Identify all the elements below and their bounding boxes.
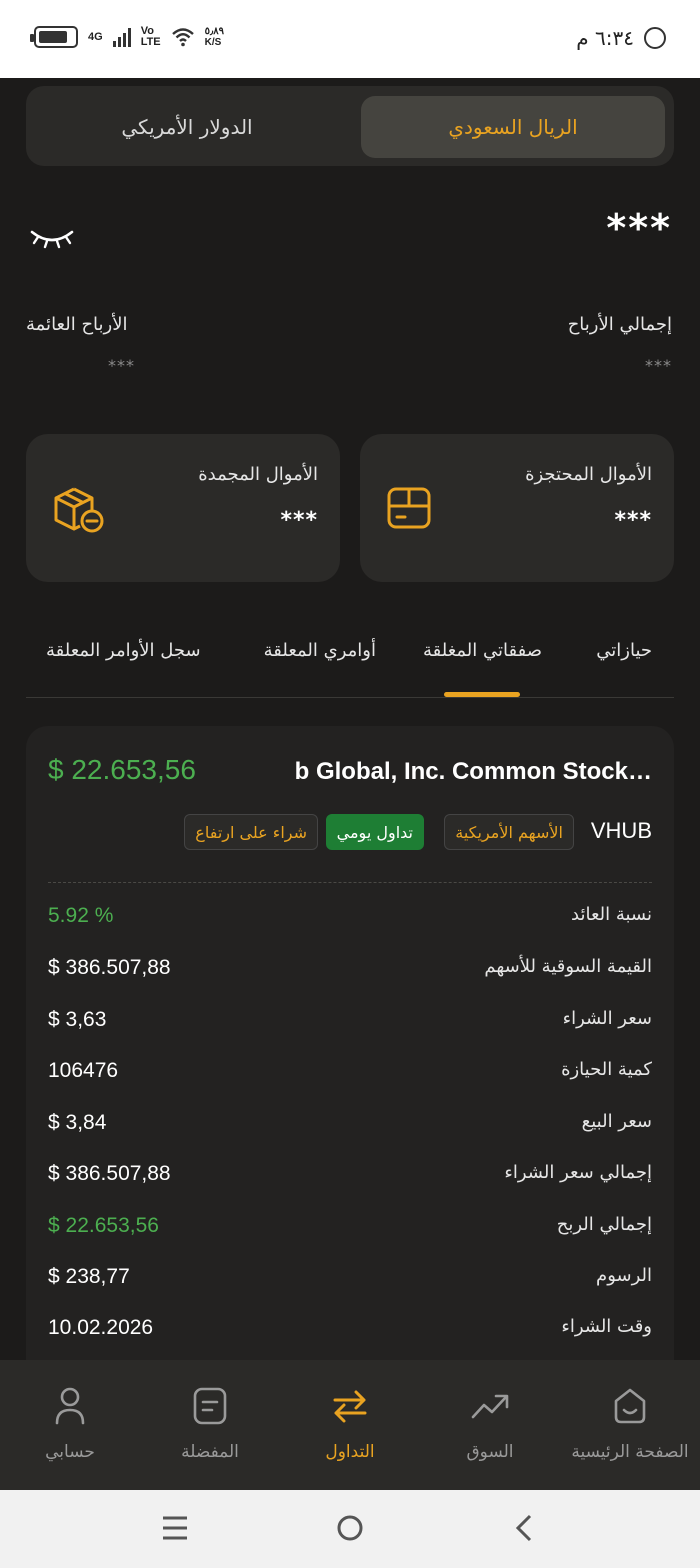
network-speed: ٥٫٨٩ K/S	[204, 26, 225, 48]
clock: ٦:٣٤ م	[576, 26, 634, 50]
total-profit-value: ***	[645, 356, 672, 375]
stock-name: b Global, Inc. Common Stock…	[294, 758, 652, 785]
detail-label: سعر الشراء	[562, 1008, 652, 1029]
detail-row: سعر البيع $ 3,84	[48, 1111, 652, 1141]
currency-toggle: الريال السعودي الدولار الأمريكي	[26, 86, 674, 166]
user-icon	[55, 1387, 85, 1425]
balance-value: ***	[606, 206, 672, 250]
detail-value: 106476	[48, 1059, 119, 1082]
frozen-funds-label: الأموال المجمدة	[198, 464, 318, 485]
currency-usd-button[interactable]: الدولار الأمريكي	[35, 96, 339, 158]
eye-closed-icon[interactable]	[30, 226, 74, 250]
detail-row: نسبة العائد 5.92 %	[48, 904, 652, 934]
trade-card[interactable]: b Global, Inc. Common Stock… $ 22.653,56…	[26, 726, 674, 1386]
detail-label: سعر البيع	[581, 1111, 652, 1132]
system-nav-bar	[0, 1490, 700, 1568]
detail-label: كمية الحيازة	[561, 1059, 652, 1080]
reserved-funds-value: ***	[614, 508, 652, 533]
detail-row: سعر الشراء $ 3,63	[48, 1008, 652, 1038]
detail-value: $ 3,84	[48, 1111, 107, 1134]
floating-profit-label: الأرباح العائمة	[26, 314, 128, 335]
detail-label: إجمالي الربح	[556, 1214, 652, 1235]
detail-value: $ 238,77	[48, 1265, 130, 1288]
battery-icon	[30, 26, 78, 48]
detail-value: $ 22.653,56	[48, 1214, 159, 1237]
volte-indicator: Vo LTE	[140, 25, 161, 48]
trade-type-badge: تداول يومي	[325, 814, 424, 850]
trend-up-icon	[471, 1394, 509, 1419]
detail-label: وقت الشراء	[561, 1316, 652, 1337]
nav-trading-label: التداول	[325, 1442, 375, 1462]
detail-value: 10.02.2026	[48, 1316, 154, 1339]
detail-row: القيمة السوقية للأسهم $ 386.507,88	[48, 956, 652, 986]
stock-symbol: VHUB	[590, 818, 652, 843]
tab-holdings[interactable]: حيازاتي	[596, 640, 652, 661]
bottom-nav: الصفحة الرئيسية السوق التداول المفضلة حس…	[0, 1360, 700, 1490]
detail-label: القيمة السوقية للأسهم	[484, 956, 652, 977]
signal-icon	[112, 27, 131, 47]
nav-account[interactable]: حسابي	[0, 1384, 140, 1462]
currency-sar-button[interactable]: الريال السعودي	[361, 96, 665, 158]
detail-row: وقت الشراء 10.02.2026	[48, 1316, 652, 1346]
total-profit-label: إجمالي الأرباح	[567, 314, 672, 335]
recent-apps-icon[interactable]	[160, 1510, 190, 1546]
status-bar: 4G Vo LTE ٥٫٨٩ K/S ٦:٣٤ م	[0, 0, 700, 78]
divider	[48, 882, 652, 883]
frozen-funds-card[interactable]: الأموال المجمدة ***	[26, 434, 340, 582]
back-icon[interactable]	[510, 1510, 540, 1546]
home-icon	[614, 1388, 646, 1424]
detail-row: إجمالي الربح $ 22.653,56	[48, 1214, 652, 1244]
box-icon	[387, 487, 431, 529]
market-badge: الأسهم الأمريكية	[444, 814, 574, 850]
detail-label: الرسوم	[596, 1265, 652, 1286]
swap-arrows-icon	[333, 1390, 367, 1423]
nav-favorites[interactable]: المفضلة	[140, 1384, 280, 1462]
network-type: 4G	[88, 30, 103, 43]
reserved-funds-card[interactable]: الأموال المحتجزة ***	[360, 434, 674, 582]
detail-value: $ 386.507,88	[48, 956, 171, 979]
box-minus-icon	[54, 487, 104, 533]
floating-profit-value: ***	[108, 356, 135, 375]
nav-market-label: السوق	[466, 1442, 514, 1462]
wifi-icon	[171, 28, 194, 47]
home-button-icon[interactable]	[335, 1510, 365, 1546]
trade-profit: $ 22.653,56	[48, 754, 196, 785]
detail-value: $ 3,63	[48, 1008, 107, 1031]
detail-row: الرسوم $ 238,77	[48, 1265, 652, 1295]
tab-closed-trades[interactable]: صفقاتي المغلقة	[423, 640, 542, 661]
trade-side-badge: شراء على ارتفاع	[184, 814, 318, 850]
bookmark-list-icon	[193, 1387, 227, 1425]
detail-row: كمية الحيازة 106476	[48, 1059, 652, 1089]
detail-row: إجمالي سعر الشراء $ 386.507,88	[48, 1162, 652, 1192]
tab-pending-history[interactable]: سجل الأوامر المعلقة	[46, 640, 201, 661]
frozen-funds-value: ***	[280, 508, 318, 533]
nav-favorites-label: المفضلة	[181, 1442, 239, 1462]
status-right: ٦:٣٤ م	[576, 26, 666, 50]
detail-label: نسبة العائد	[571, 904, 652, 925]
tab-pending-orders[interactable]: أوامري المعلقة	[264, 640, 376, 661]
nav-account-label: حسابي	[45, 1442, 95, 1462]
detail-value: 5.92 %	[48, 904, 114, 927]
nav-trading[interactable]: التداول	[280, 1384, 420, 1462]
reserved-funds-label: الأموال المحتجزة	[525, 464, 652, 485]
detail-label: إجمالي سعر الشراء	[504, 1162, 652, 1183]
detail-value: $ 386.507,88	[48, 1162, 171, 1185]
whatsapp-icon	[644, 27, 666, 49]
nav-home-label: الصفحة الرئيسية	[571, 1442, 689, 1462]
status-indicators: 4G Vo LTE ٥٫٨٩ K/S	[30, 25, 225, 48]
nav-home[interactable]: الصفحة الرئيسية	[560, 1384, 700, 1462]
nav-market[interactable]: السوق	[420, 1384, 560, 1462]
active-tab-indicator	[444, 692, 520, 697]
tab-bar: حيازاتي صفقاتي المغلقة أوامري المعلقة سج…	[26, 620, 674, 698]
